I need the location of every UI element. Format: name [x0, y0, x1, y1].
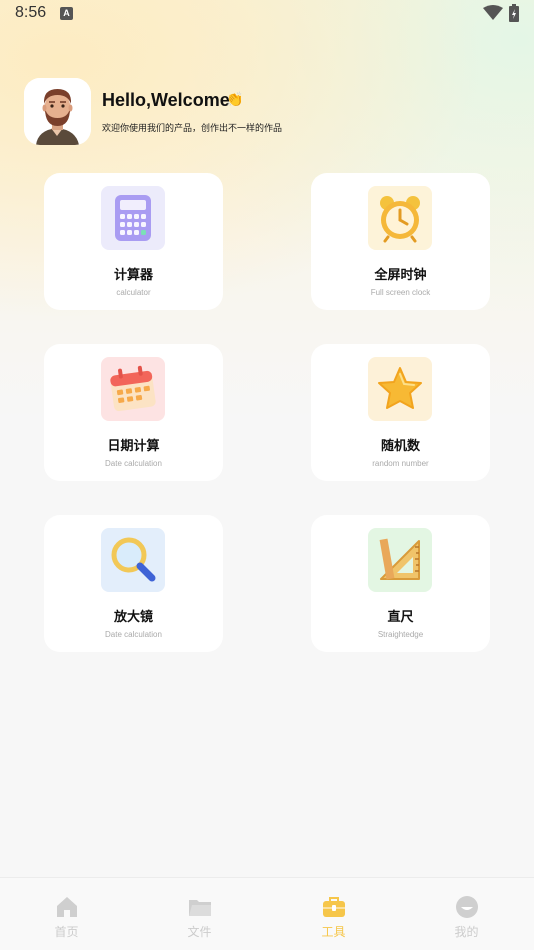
nav-label: 工具: [321, 925, 346, 939]
tool-card-ruler[interactable]: 直尺 Straightedge: [311, 515, 490, 652]
magnifier-icon: [101, 528, 165, 592]
calculator-icon: [101, 186, 165, 250]
tool-title: 计算器: [113, 268, 153, 283]
tool-subtitle: calculator: [116, 288, 151, 297]
tool-card-magnifier[interactable]: 放大镜 Date calculation: [44, 515, 223, 652]
tool-subtitle: Full screen clock: [370, 288, 431, 297]
nav-item-files[interactable]: 文件: [133, 878, 266, 950]
clap-icon: 👏: [226, 92, 244, 108]
greeting-subtitle: 欢迎你使用我们的产品，创作出不一样的作品: [102, 124, 283, 134]
tool-card-date[interactable]: 日期计算 Date calculation: [44, 344, 223, 481]
star-icon: [368, 357, 432, 421]
profile-icon: [455, 896, 478, 918]
toolbox-icon: [322, 897, 345, 917]
tool-subtitle: Date calculation: [105, 630, 162, 639]
tool-subtitle: Straightedge: [377, 630, 424, 639]
avatar[interactable]: [24, 78, 91, 145]
home-icon: [56, 897, 77, 917]
tool-subtitle: random number: [372, 459, 429, 468]
status-time: 8:56: [15, 4, 47, 21]
nav-item-profile[interactable]: 我的: [400, 878, 533, 950]
wifi-icon: [483, 5, 503, 20]
tool-card-random[interactable]: 随机数 random number: [311, 344, 490, 481]
tool-card-calculator[interactable]: 计算器 calculator: [44, 173, 223, 310]
calendar-icon: [101, 357, 165, 421]
nav-label: 我的: [454, 925, 479, 939]
alarm-clock-icon: [368, 186, 432, 250]
nav-label: 首页: [54, 925, 79, 939]
folder-icon: [188, 900, 211, 916]
battery-icon: [509, 4, 519, 22]
nav-item-home[interactable]: 首页: [0, 878, 133, 950]
tool-title: 直尺: [387, 610, 414, 625]
tool-title: 放大镜: [113, 610, 153, 625]
status-bar: 8:56 A: [0, 0, 534, 28]
bottom-nav: 首页 文件 工具 我的: [0, 877, 534, 950]
tool-subtitle: Date calculation: [105, 459, 162, 468]
nav-item-tools[interactable]: 工具: [267, 878, 400, 950]
greeting-title: Hello,Welcome: [102, 90, 230, 110]
a-icon: A: [60, 7, 73, 20]
tool-title: 全屏时钟: [374, 268, 427, 283]
tool-card-clock[interactable]: 全屏时钟 Full screen clock: [311, 173, 490, 310]
ruler-icon: [368, 528, 432, 592]
tool-title: 日期计算: [107, 439, 160, 454]
nav-label: 文件: [187, 925, 212, 939]
tool-title: 随机数: [380, 439, 420, 454]
